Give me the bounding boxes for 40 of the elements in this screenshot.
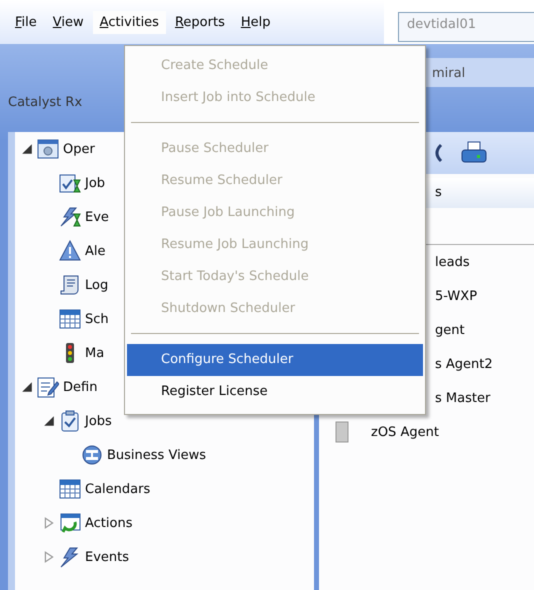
printer-icon[interactable] (461, 141, 487, 165)
lightning-hourglass-icon (59, 206, 81, 228)
tree-item[interactable]: Ale (85, 244, 106, 258)
gear-window-icon (37, 138, 59, 160)
tree-item[interactable]: Log (85, 278, 108, 292)
panel-title: Catalyst Rx (8, 95, 82, 110)
arrow-window-icon (59, 512, 81, 534)
warning-icon (59, 240, 81, 262)
form-edit-icon (37, 376, 59, 398)
tree-item[interactable]: Defin (63, 380, 98, 394)
tree-item[interactable]: Jobs (85, 414, 112, 428)
list-item[interactable]: zOS Agent (361, 424, 439, 440)
clipboard-hourglass-icon (59, 172, 81, 194)
network-icon (81, 444, 103, 466)
clipboard-check-icon (59, 410, 81, 432)
collapse-triangle-icon[interactable] (21, 381, 33, 393)
tree-item[interactable]: Events (85, 550, 130, 564)
menu-item[interactable]: Help (234, 10, 278, 34)
tree-item[interactable]: Oper (63, 142, 95, 156)
tree-item[interactable]: Job (85, 176, 106, 190)
calendar-icon (59, 478, 81, 500)
expand-triangle-icon[interactable] (43, 517, 55, 529)
tree-item[interactable]: Calendars (85, 482, 150, 496)
menu-item[interactable]: Reports (168, 10, 232, 34)
lightning-icon (59, 546, 81, 568)
tree-item[interactable]: Sch (85, 312, 109, 326)
collapse-triangle-icon[interactable] (43, 415, 55, 427)
menu-item[interactable]: Activities (92, 10, 166, 34)
tree-item[interactable]: Eve (85, 210, 109, 224)
tree-item[interactable]: Ma (85, 346, 104, 360)
tree-item[interactable]: Actions (85, 516, 132, 530)
menu-item[interactable]: Register License (127, 376, 423, 408)
expand-triangle-icon[interactable] (43, 551, 55, 563)
menu-item[interactable]: View (46, 10, 91, 34)
menu-item[interactable]: File (8, 10, 44, 34)
calendar-icon (59, 308, 81, 330)
scroll-icon (59, 274, 81, 296)
collapse-triangle-icon[interactable] (21, 143, 33, 155)
tree-item[interactable]: Business Views (107, 448, 206, 462)
menu-item[interactable]: Configure Scheduler (127, 344, 423, 376)
